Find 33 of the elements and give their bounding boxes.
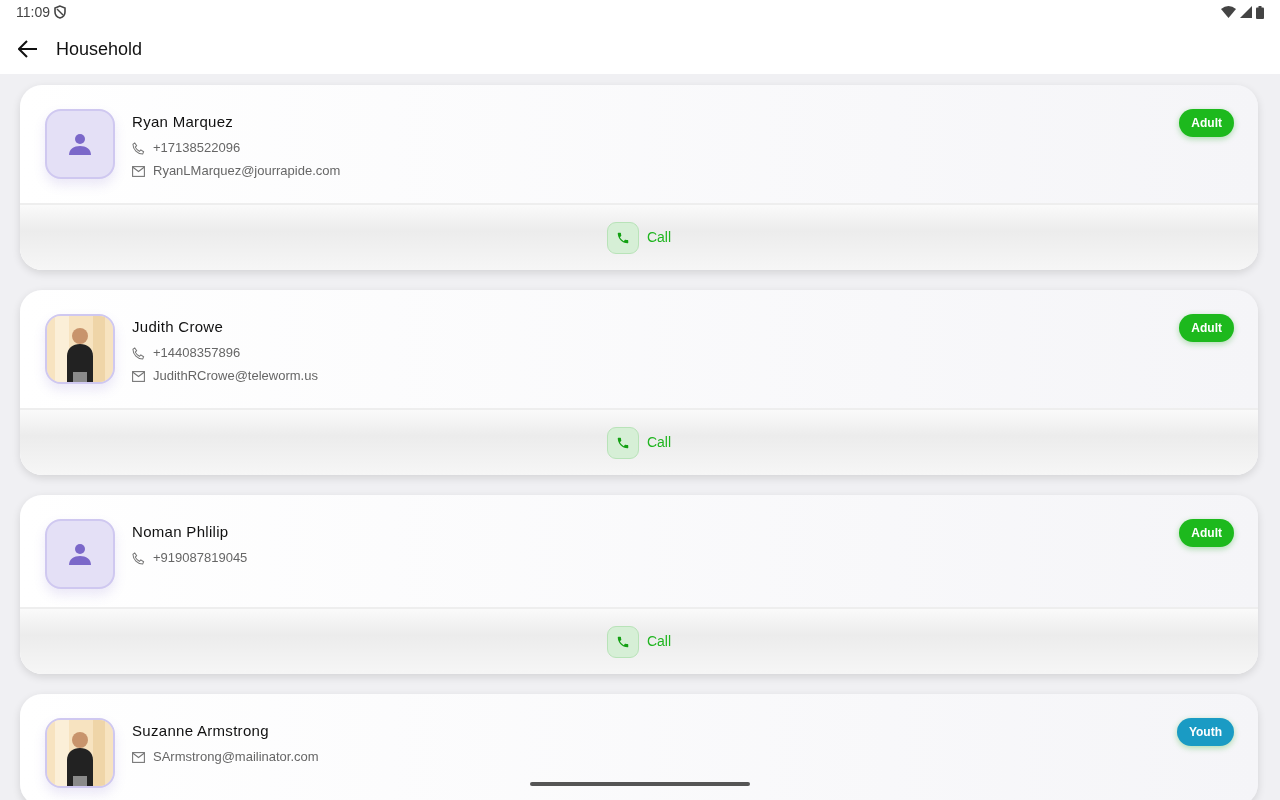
mail-icon xyxy=(132,751,145,763)
gesture-handle[interactable] xyxy=(530,782,750,786)
wifi-icon xyxy=(1221,6,1236,18)
phone-icon xyxy=(132,346,145,360)
status-time: 11:09 xyxy=(16,2,50,22)
member-name: Ryan Marquez xyxy=(132,113,234,131)
phone-icon xyxy=(615,435,630,450)
email-address: RyanLMarquez@jourrapide.com xyxy=(153,162,341,180)
screen-title: Household xyxy=(56,37,143,61)
signal-icon xyxy=(1240,6,1252,18)
phone-icon xyxy=(132,551,145,565)
phone-number: +919087819045 xyxy=(153,549,248,567)
member-name: Noman Phlilip xyxy=(132,523,229,541)
phone-number: +17138522096 xyxy=(153,139,241,157)
phone-icon xyxy=(615,634,630,649)
role-tag: Adult xyxy=(1179,314,1234,342)
mail-icon xyxy=(132,370,145,382)
person-icon xyxy=(68,133,92,155)
back-arrow-icon[interactable] xyxy=(18,40,38,58)
phone-icon xyxy=(132,141,145,155)
phone-number: +14408357896 xyxy=(153,344,241,362)
phone-icon xyxy=(615,230,630,245)
role-tag: Adult xyxy=(1179,519,1234,547)
shield-icon xyxy=(54,5,66,19)
role-tag: Adult xyxy=(1179,109,1234,137)
member-name: Suzanne Armstrong xyxy=(132,722,269,740)
role-tag: Youth xyxy=(1176,718,1234,746)
email-address: SArmstrong@mailinator.com xyxy=(153,748,319,766)
battery-icon xyxy=(1256,5,1264,19)
email-address: JudithRCrowe@teleworm.us xyxy=(153,367,318,385)
member-name: Judith Crowe xyxy=(132,318,224,336)
person-icon xyxy=(68,543,92,565)
mail-icon xyxy=(132,165,145,177)
